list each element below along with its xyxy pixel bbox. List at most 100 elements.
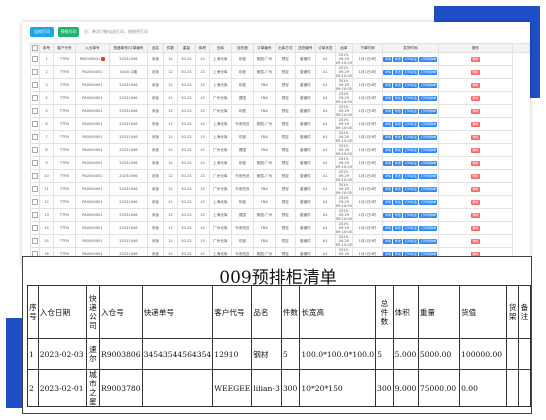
preplan-print-button[interactable]: 预排打印	[58, 27, 79, 37]
row-action-button[interactable]: 打印标签	[403, 121, 419, 127]
sheet-column-header: 重量	[417, 285, 461, 339]
row-action-button[interactable]: 修改	[393, 82, 403, 88]
row-checkbox[interactable]	[31, 147, 38, 153]
row-checkbox[interactable]	[31, 186, 38, 192]
row-action-button[interactable]: 打印标签	[403, 225, 419, 231]
row-action-button[interactable]: 打印标签	[403, 160, 419, 166]
row-checkbox[interactable]	[31, 82, 38, 88]
row-checkbox[interactable]	[31, 212, 38, 218]
row-action-button[interactable]: 详情	[383, 199, 393, 205]
row-action-button[interactable]: 修改	[393, 56, 403, 62]
row-action-button[interactable]: 打印标签	[403, 212, 419, 218]
cell-text: 20231006	[119, 213, 138, 217]
row-action-button[interactable]: 打印预排单	[419, 108, 438, 114]
row-action-button[interactable]: 打印标签	[403, 186, 419, 192]
row-action-button[interactable]: 打印预排单	[419, 238, 438, 244]
delete-button[interactable]: 删除	[470, 134, 480, 140]
row-action-button[interactable]: 打印预排单	[419, 199, 438, 205]
row-checkbox[interactable]	[31, 121, 38, 127]
row-action-button[interactable]: 打印标签	[403, 238, 419, 244]
delete-button[interactable]: 删除	[470, 212, 480, 218]
delete-button[interactable]: 删除	[470, 108, 480, 114]
row-checkbox[interactable]	[31, 199, 38, 205]
row-action-button[interactable]: 详情	[383, 82, 393, 88]
row-action-button[interactable]: 打印预排单	[419, 173, 438, 179]
row-action-button[interactable]: 详情	[383, 69, 393, 75]
row-action-button[interactable]: 打印预排单	[419, 225, 438, 231]
row-action-button[interactable]: 打印标签	[403, 95, 419, 101]
row-action-button[interactable]: 修改	[393, 173, 403, 179]
row-checkbox[interactable]	[31, 160, 38, 166]
row-action-button[interactable]: 详情	[383, 95, 393, 101]
delete-button[interactable]: 删除	[470, 56, 480, 62]
delete-button[interactable]: 删除	[470, 82, 480, 88]
delete-button[interactable]: 删除	[470, 95, 480, 101]
delete-button[interactable]: 删除	[470, 173, 480, 179]
row-action-button[interactable]: 修改	[393, 121, 403, 127]
row-select-cell	[30, 78, 40, 92]
row-action-button[interactable]: 修改	[393, 186, 403, 192]
delete-button[interactable]: 删除	[470, 238, 480, 244]
row-action-button[interactable]: 打印预排单	[419, 82, 438, 88]
row-action-button[interactable]: 打印标签	[403, 108, 419, 114]
row-checkbox[interactable]	[31, 95, 38, 101]
row-action-button[interactable]: 打印标签	[403, 82, 419, 88]
row-action-button[interactable]: 修改	[393, 225, 403, 231]
row-action-button[interactable]: 详情	[383, 173, 393, 179]
row-action-button[interactable]: 打印标签	[403, 173, 419, 179]
row-action-button[interactable]: 修改	[393, 199, 403, 205]
delete-button[interactable]: 删除	[470, 69, 480, 75]
row-action-button[interactable]: 打印标签	[403, 147, 419, 153]
delete-button[interactable]: 删除	[470, 186, 480, 192]
row-checkbox[interactable]	[31, 238, 38, 244]
row-action-button[interactable]: 修改	[393, 212, 403, 218]
row-action-button[interactable]: 打印预排单	[419, 56, 438, 62]
row-checkbox[interactable]	[31, 134, 38, 140]
row-action-button[interactable]: 修改	[393, 160, 403, 166]
row-checkbox[interactable]	[31, 173, 38, 179]
row-action-button[interactable]: 修改	[393, 238, 403, 244]
row-action-button[interactable]: 打印标签	[403, 134, 419, 140]
row-action-button[interactable]: 修改	[393, 147, 403, 153]
row-checkbox[interactable]	[31, 108, 38, 114]
row-action-button[interactable]: 打印预排单	[419, 186, 438, 192]
row-action-button[interactable]: 打印预排单	[419, 134, 438, 140]
row-action-button[interactable]: 修改	[393, 108, 403, 114]
row-action-button[interactable]: 修改	[393, 134, 403, 140]
row-action-button[interactable]: 修改	[393, 95, 403, 101]
row-action-button[interactable]: 打印预排单	[419, 212, 438, 218]
row-action-button[interactable]: 详情	[383, 56, 393, 62]
sheet-cell: 速尔	[85, 338, 101, 370]
delete-button[interactable]: 删除	[470, 199, 480, 205]
row-actions: 详情 修改 打印标签 打印预排单	[381, 143, 439, 157]
row-action-button[interactable]: 详情	[383, 225, 393, 231]
row-action-button[interactable]: 打印标签	[403, 69, 419, 75]
row-action-button[interactable]: 详情	[383, 212, 393, 218]
row-action-button[interactable]: 详情	[383, 186, 393, 192]
row-checkbox[interactable]	[31, 225, 38, 231]
select-all-checkbox[interactable]	[31, 45, 38, 51]
row-checkbox[interactable]	[31, 56, 38, 62]
row-action-button[interactable]: 详情	[383, 134, 393, 140]
row-action-button[interactable]: 打印标签	[403, 199, 419, 205]
delete-button[interactable]: 删除	[470, 160, 480, 166]
row-action-button[interactable]: 详情	[383, 121, 393, 127]
row-action-button[interactable]: 打印标签	[403, 56, 419, 62]
delete-button[interactable]: 删除	[470, 121, 480, 127]
print-button[interactable]: 出库打印	[30, 27, 54, 37]
row-action-button[interactable]: 详情	[383, 108, 393, 114]
delete-button[interactable]: 删除	[470, 225, 480, 231]
row-action-button[interactable]: 打印预排单	[419, 69, 438, 75]
delete-button[interactable]: 删除	[470, 147, 480, 153]
table-cell: 2019-09-29 09:10:00	[334, 208, 353, 222]
row-action-button[interactable]: 详情	[383, 238, 393, 244]
row-checkbox[interactable]	[31, 69, 38, 75]
cell-text: 预定	[281, 160, 289, 165]
row-action-button[interactable]: 打印预排单	[419, 95, 438, 101]
row-action-button[interactable]: 详情	[383, 147, 393, 153]
row-action-button[interactable]: 打印预排单	[419, 147, 438, 153]
row-action-button[interactable]: 打印预排单	[419, 160, 438, 166]
row-action-button[interactable]: 详情	[383, 160, 393, 166]
row-action-button[interactable]: 修改	[393, 69, 403, 75]
row-action-button[interactable]: 打印预排单	[419, 121, 438, 127]
